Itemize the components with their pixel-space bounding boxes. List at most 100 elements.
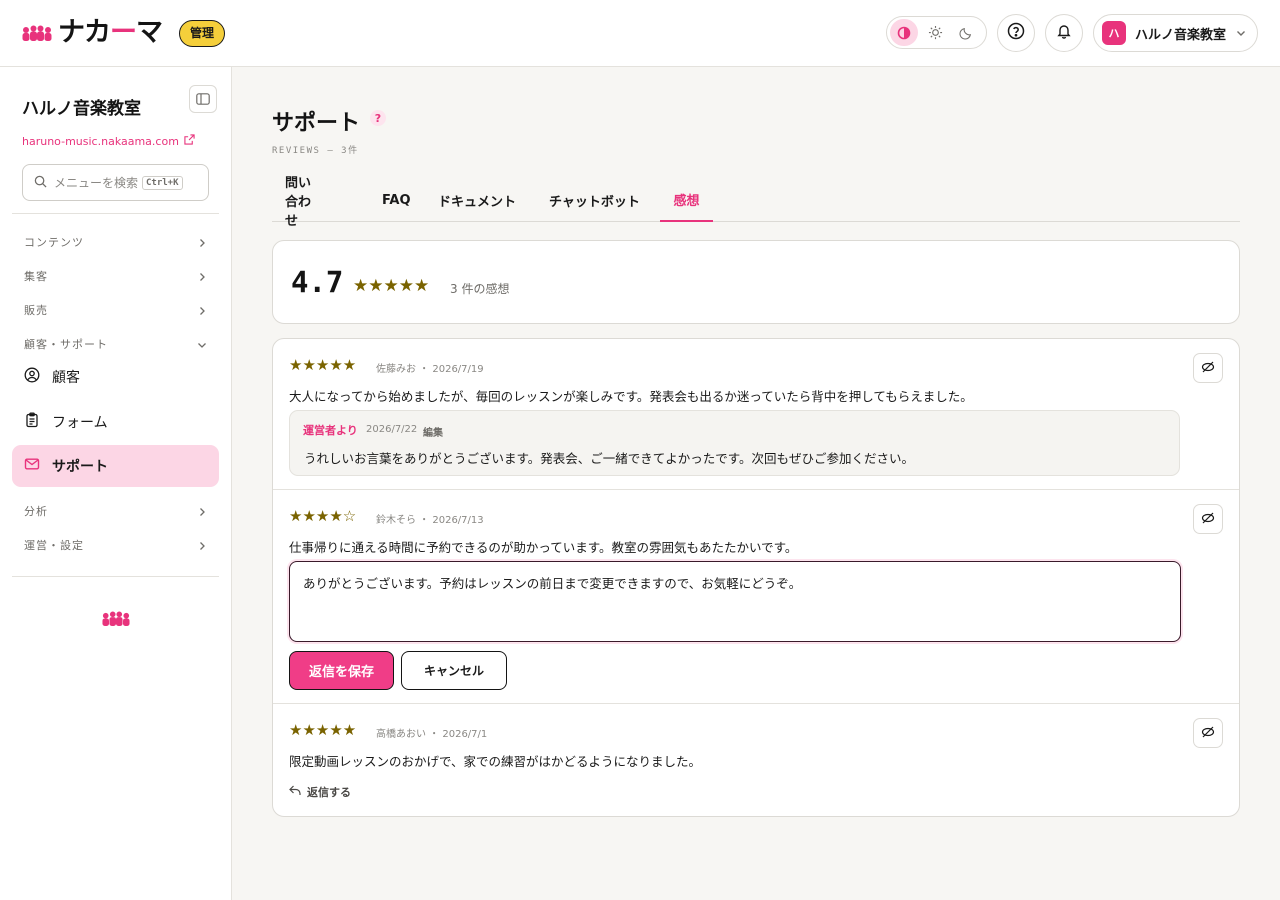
logo-wordmark: ナカーマ	[58, 17, 163, 48]
sidebar: ハルノ音楽教室 haruno-music.nakaama.com Ctrl+K …	[0, 67, 232, 900]
external-link-icon	[184, 134, 195, 148]
rating-summary-card: 4.7 ★★★★★ 3 件の感想	[272, 240, 1240, 324]
support-tabs: 問い合わせ FAQ ドキュメント チャットボット 感想	[272, 176, 1240, 229]
account-avatar: ハ	[1102, 21, 1126, 45]
tab-faq[interactable]: FAQ	[382, 178, 411, 222]
account-name: ハルノ音楽教室	[1135, 27, 1227, 43]
sidebar-collapse-button[interactable]	[189, 85, 217, 113]
hide-review-button[interactable]	[1193, 718, 1223, 748]
menu-search[interactable]: Ctrl+K	[22, 164, 209, 201]
reviews-list: ★★★★★ 佐藤みお ・ 2026/7/19 大人になってから始めましたが、毎回…	[272, 338, 1240, 817]
admin-badge: 管理	[179, 20, 226, 47]
sun-icon[interactable]	[921, 19, 949, 46]
edit-reply-button[interactable]: 編集	[423, 424, 443, 439]
site-url-text: haruno-music.nakaama.com	[22, 134, 179, 148]
bell-icon	[1056, 23, 1072, 43]
sidebar-item-label: サポート	[52, 459, 108, 475]
sidebar-item-label: 顧客	[52, 370, 80, 386]
nav-group-acquisition[interactable]: 集客	[12, 263, 219, 289]
chevron-right-icon	[197, 233, 207, 252]
reply-textarea[interactable]	[289, 561, 1181, 642]
tab-chatbot[interactable]: チャットボット	[549, 178, 640, 222]
sidebar-item-customers[interactable]: 顧客	[12, 356, 219, 398]
sidebar-item-support[interactable]: サポート	[12, 445, 219, 487]
eye-off-icon	[1201, 510, 1215, 529]
review-text: 仕事帰りに通える時間に予約できるのが助かっています。教室の雰囲気もあたたかいです…	[289, 540, 798, 555]
eye-off-icon	[1201, 359, 1215, 378]
nav-group-settings[interactable]: 運営・設定	[12, 532, 219, 558]
account-menu-button[interactable]: ハ ハルノ音楽教室	[1093, 14, 1258, 52]
review-meta: 佐藤みお ・ 2026/7/19	[376, 364, 484, 375]
help-button[interactable]	[997, 14, 1035, 52]
save-reply-button[interactable]: 返信を保存	[289, 651, 394, 690]
chevron-right-icon	[197, 301, 207, 320]
review-stars: ★★★★★	[289, 356, 357, 374]
moon-icon[interactable]	[952, 19, 980, 46]
site-title: ハルノ音楽教室	[22, 99, 141, 119]
nav-group-label: 販売	[24, 304, 48, 317]
mail-icon	[24, 456, 40, 476]
nav-group-analytics[interactable]: 分析	[12, 498, 219, 524]
nav-group-label: 運営・設定	[24, 539, 84, 552]
average-stars: ★★★★★	[353, 276, 430, 296]
page-title: サポート	[272, 111, 361, 136]
review-item: ★★★★☆ 鈴木そら ・ 2026/7/13 仕事帰りに通える時間に予約できるの…	[273, 490, 1239, 704]
reply-link-label: 返信する	[307, 786, 351, 799]
cancel-reply-button[interactable]: キャンセル	[401, 651, 507, 690]
review-item: ★★★★★ 佐藤みお ・ 2026/7/19 大人になってから始めましたが、毎回…	[273, 339, 1239, 490]
review-count: 3 件の感想	[450, 282, 510, 296]
sidebar-divider	[12, 576, 219, 577]
sidebar-item-forms[interactable]: フォーム	[12, 401, 219, 443]
shortcut-hint: Ctrl+K	[142, 175, 183, 190]
chevron-right-icon	[197, 502, 207, 521]
theme-toggle	[886, 16, 987, 49]
owner-reply: 運営者より 2026/7/22 編集 うれしいお言葉をありがとうございます。発表…	[289, 410, 1180, 476]
review-stars: ★★★★☆	[289, 507, 357, 525]
question-circle-icon	[1007, 22, 1025, 44]
page-subtitle: REVIEWS — 3件	[272, 146, 359, 156]
top-header: ナカーマ 管理 ハ ハルノ音楽教室	[0, 0, 1280, 67]
review-stars: ★★★★★	[289, 721, 357, 739]
review-text: 大人になってから始めましたが、毎回のレッスンが楽しみです。発表会も出るか迷ってい…	[289, 389, 973, 404]
owner-reply-text: うれしいお言葉をありがとうございます。発表会、ご一緒できてよかったです。次回もぜ…	[304, 451, 915, 466]
chevron-right-icon	[197, 267, 207, 286]
nav-group-label: 顧客・サポート	[24, 338, 108, 351]
review-text: 限定動画レッスンのおかげで、家での練習がはかどるようになりました。	[289, 754, 702, 769]
nav-group-sales[interactable]: 販売	[12, 297, 219, 323]
tab-reviews[interactable]: 感想	[660, 178, 713, 222]
nav-group-label: 分析	[24, 505, 48, 518]
review-item: ★★★★★ 高橋あおい ・ 2026/7/1 限定動画レッスンのおかげで、家での…	[273, 704, 1239, 816]
chevron-down-icon	[1235, 24, 1247, 43]
reply-arrow-icon	[289, 785, 301, 799]
contrast-icon[interactable]	[890, 19, 918, 46]
tab-documents[interactable]: ドキュメント	[438, 178, 516, 222]
eye-off-icon	[1201, 724, 1215, 743]
tab-inquiries[interactable]: 問い合わせ	[285, 176, 323, 229]
site-url-link[interactable]: haruno-music.nakaama.com	[22, 134, 195, 148]
nakama-logo[interactable]: ナカーマ	[22, 17, 163, 49]
reply-link[interactable]: 返信する	[289, 784, 351, 800]
notifications-button[interactable]	[1045, 14, 1083, 52]
search-icon	[34, 173, 47, 192]
average-score: 4.7	[291, 265, 344, 299]
sidebar-item-label: フォーム	[52, 415, 108, 431]
people-logo-icon	[102, 611, 130, 630]
owner-reply-label: 運営者より	[303, 424, 358, 437]
nav-group-label: コンテンツ	[24, 236, 84, 249]
owner-reply-date: 2026/7/22	[366, 424, 418, 435]
page-help-icon[interactable]: ?	[370, 110, 386, 126]
search-input[interactable]	[54, 175, 142, 190]
user-circle-icon	[24, 367, 40, 387]
clipboard-icon	[24, 412, 40, 432]
nav-group-customer-support[interactable]: 顧客・サポート	[12, 331, 219, 357]
review-meta: 鈴木そら ・ 2026/7/13	[376, 515, 484, 526]
sidebar-divider	[12, 213, 219, 214]
hide-review-button[interactable]	[1193, 504, 1223, 534]
nav-group-label: 集客	[24, 270, 48, 283]
sidebar-panel-icon	[196, 90, 210, 109]
chevron-down-icon	[197, 335, 207, 354]
review-meta: 高橋あおい ・ 2026/7/1	[376, 729, 488, 740]
nav-group-contents[interactable]: コンテンツ	[12, 229, 219, 255]
hide-review-button[interactable]	[1193, 353, 1223, 383]
chevron-right-icon	[197, 536, 207, 555]
